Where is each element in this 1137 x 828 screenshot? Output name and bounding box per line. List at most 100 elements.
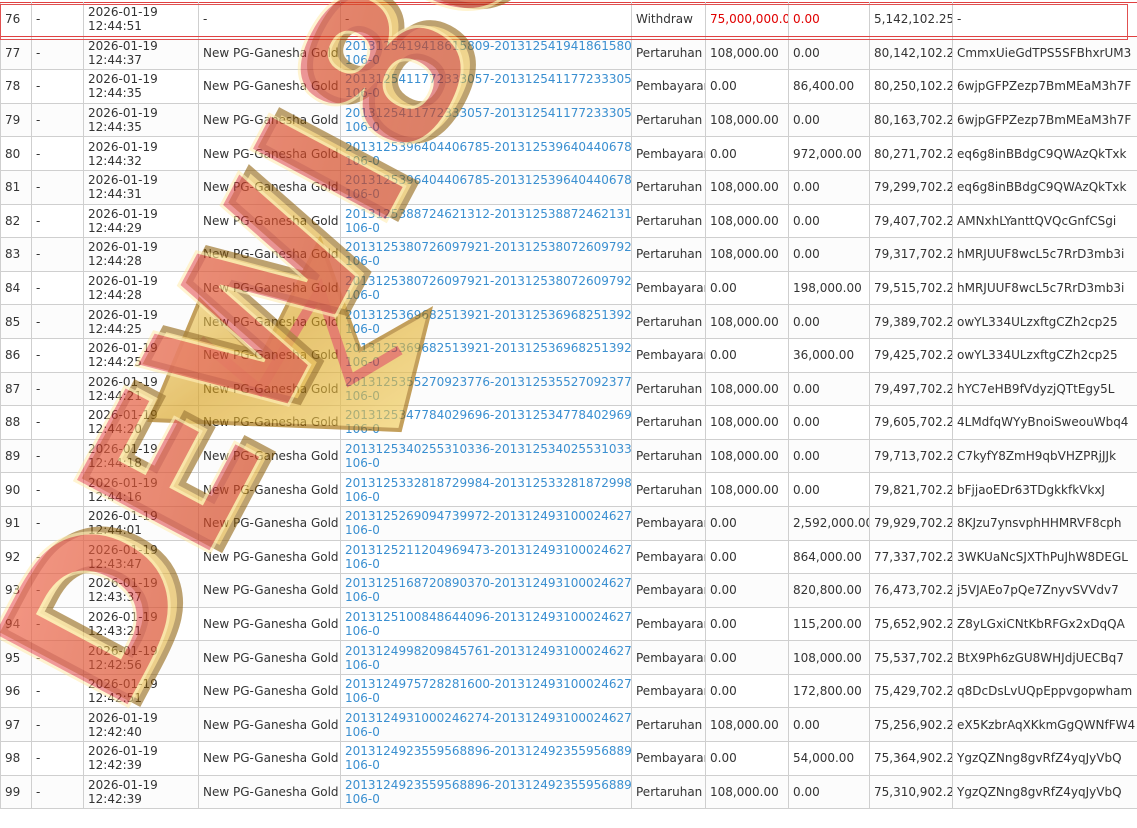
row-datetime: 2026-01-19 12:44:01	[83, 505, 199, 541]
row-type: Pertaruhan	[631, 35, 706, 71]
row-reference[interactable]: 2013125396404406785-2013125396404406785-…	[340, 136, 632, 171]
row-reference[interactable]: 2013124998209845761-2013124931000246274-…	[340, 640, 632, 675]
row-balance: 80,250,102.25	[869, 69, 953, 104]
row-credit: 0.00	[788, 707, 870, 743]
row-reference-line1[interactable]: 2013125340255310336-2013125340255310336-	[345, 442, 631, 456]
row-reference-line2[interactable]: 106-0	[345, 792, 627, 806]
row-reference-line1[interactable]: 2013124923559568896-2013124923559568896-	[345, 778, 631, 792]
row-player: -	[31, 741, 84, 776]
row-reference-line2[interactable]: 106-0	[345, 389, 627, 403]
row-reference-line1[interactable]: 2013124998209845761-2013124931000246274-	[345, 644, 631, 658]
row-date: 2026-01-19	[88, 442, 158, 457]
row-datetime: 2026-01-19 12:42:56	[83, 640, 199, 675]
row-datetime: 2026-01-19 12:43:37	[83, 573, 199, 608]
row-number: 77	[0, 35, 32, 71]
row-reference[interactable]: 2013125355270923776-2013125355270923776-…	[340, 371, 632, 407]
row-reference-line1[interactable]: 2013125332818729984-2013125332818729984-	[345, 476, 631, 490]
row-player: -	[31, 136, 84, 171]
row-reference-line2[interactable]: 106-0	[345, 758, 627, 772]
row-reference-line2[interactable]: 106-0	[345, 557, 627, 571]
row-debit: 0.00	[705, 539, 789, 575]
row-credit: 0.00	[788, 405, 870, 440]
row-reference[interactable]: 2013125380726097921-2013125380726097921-…	[340, 270, 632, 306]
row-datetime: 2026-01-19 12:44:21	[83, 371, 199, 407]
row-reference-line1[interactable]: 2013125411772333057-2013125411772333057-	[345, 72, 631, 86]
row-reference[interactable]: 2013125100848644096-2013124931000246274-…	[340, 606, 632, 642]
row-reference-line1[interactable]: 2013125355270923776-2013125355270923776-	[345, 375, 631, 389]
row-reference[interactable]: 2013125419418615809-2013125419418615809-…	[340, 35, 632, 71]
row-number: 89	[0, 438, 32, 474]
row-credit: 0.00	[788, 203, 870, 239]
row-reference-line2[interactable]: 106-0	[345, 254, 627, 268]
row-reference-line2[interactable]: 106-0	[345, 725, 627, 739]
row-reference-line2[interactable]: 106-0	[345, 691, 627, 705]
row-reference-line2[interactable]: 106-0	[345, 490, 627, 504]
row-reference[interactable]: -	[340, 2, 632, 37]
row-reference[interactable]: 2013125396404406785-2013125396404406785-…	[340, 169, 632, 205]
row-reference[interactable]: 2013125388724621312-2013125388724621312-…	[340, 203, 632, 239]
row-reference-line1[interactable]: 2013124923559568896-2013124923559568896-	[345, 744, 631, 758]
row-reference[interactable]: 2013125347784029696-2013125347784029696-…	[340, 405, 632, 440]
row-reference[interactable]: 2013125411772333057-2013125411772333057-…	[340, 102, 632, 138]
row-reference-line1[interactable]: 2013125396404406785-2013125396404406785-	[345, 140, 631, 154]
row-reference[interactable]: 2013124923559568896-2013124923559568896-…	[340, 741, 632, 776]
row-reference[interactable]: 2013125369682513921-2013125369682513921-…	[340, 337, 632, 373]
row-debit: 108,000.00	[705, 102, 789, 138]
row-datetime: 2026-01-19 12:44:25	[83, 337, 199, 373]
row-balance: 79,317,702.25	[869, 237, 953, 272]
row-reference-line1[interactable]: 2013125369682513921-2013125369682513921-	[345, 341, 631, 355]
row-game: New PG-Ganesha Gold	[198, 237, 341, 272]
row-reference-line2[interactable]: 106-0	[345, 523, 627, 537]
row-reference-line1[interactable]: 2013124931000246274-2013124931000246274-	[345, 711, 631, 725]
row-reference[interactable]: 2013125168720890370-2013124931000246274-…	[340, 573, 632, 608]
row-reference-line2[interactable]: 106-0	[345, 288, 627, 302]
row-reference-line2[interactable]: 106-0	[345, 120, 627, 134]
row-debit: 0.00	[705, 673, 789, 709]
row-reference-line1[interactable]: 2013125347784029696-2013125347784029696-	[345, 408, 631, 422]
row-reference-line2[interactable]: 106-0	[345, 86, 627, 100]
row-reference[interactable]: 2013125340255310336-2013125340255310336-…	[340, 438, 632, 474]
row-reference-line1[interactable]: 2013125380726097921-2013125380726097921-	[345, 240, 631, 254]
row-reference[interactable]: 2013125369682513921-2013125369682513921-…	[340, 304, 632, 339]
row-reference-line2[interactable]: 106-0	[345, 658, 627, 672]
row-reference-line2[interactable]: 106-0	[345, 53, 627, 67]
row-reference[interactable]: 2013125211204969473-2013124931000246274-…	[340, 539, 632, 575]
table-row: 92-2026-01-19 12:43:47 New PG-Ganesha Gold…	[0, 539, 1137, 575]
row-number: 91	[0, 505, 32, 541]
row-reference-line2[interactable]: 106-0	[345, 187, 627, 201]
row-reference-line1[interactable]: 2013125411772333057-2013125411772333057-	[345, 106, 631, 120]
row-reference-line1[interactable]: 2013125396404406785-2013125396404406785-	[345, 173, 631, 187]
row-reference-line2[interactable]: 106-0	[345, 422, 627, 436]
row-reference-line1[interactable]: 2013124975728281600-2013124931000246274-	[345, 677, 631, 691]
table-row: 82-2026-01-19 12:44:29 New PG-Ganesha Gold…	[0, 203, 1137, 239]
row-reference-line2[interactable]: 106-0	[345, 154, 627, 168]
row-reference[interactable]: 2013125411772333057-2013125411772333057-…	[340, 69, 632, 104]
row-reference[interactable]: 2013125332818729984-2013125332818729984-…	[340, 472, 632, 507]
row-reference-line2[interactable]: 106-0	[345, 322, 627, 336]
row-reference-line2[interactable]: 106-0	[345, 624, 627, 638]
table-row: 89-2026-01-19 12:44:18 New PG-Ganesha Gold…	[0, 438, 1137, 474]
row-reference-line2[interactable]: 106-0	[345, 221, 627, 235]
row-game: New PG-Ganesha Gold	[198, 136, 341, 171]
row-reference-line1[interactable]: 2013125269094739972-2013124931000246274-	[345, 509, 631, 523]
row-reference[interactable]: 2013125269094739972-2013124931000246274-…	[340, 505, 632, 541]
row-reference-line1[interactable]: 2013125100848644096-2013124931000246274-	[345, 610, 631, 624]
row-reference-line1[interactable]: 2013125419418615809-2013125419418615809-	[345, 39, 631, 53]
row-reference[interactable]: 2013124975728281600-2013124931000246274-…	[340, 673, 632, 709]
row-reference-line2[interactable]: 106-0	[345, 355, 627, 369]
row-reference-line1[interactable]: 2013125380726097921-2013125380726097921-	[345, 274, 631, 288]
row-reference-line1[interactable]: 2013125388724621312-2013125388724621312-	[345, 207, 631, 221]
row-reference-line2[interactable]: 106-0	[345, 590, 627, 604]
row-reference[interactable]: 2013124931000246274-2013124931000246274-…	[340, 707, 632, 743]
row-reference[interactable]: 2013124923559568896-2013124923559568896-…	[340, 774, 632, 810]
row-credit: 172,800.00	[788, 673, 870, 709]
row-reference[interactable]: 2013125380726097921-2013125380726097921-…	[340, 237, 632, 272]
row-reference-line1[interactable]: 2013125369682513921-2013125369682513921-	[345, 308, 631, 322]
row-debit: 108,000.00	[705, 237, 789, 272]
row-reference-line1[interactable]: 2013125168720890370-2013124931000246274-	[345, 576, 631, 590]
row-reference-line1[interactable]: -	[345, 12, 627, 26]
row-datetime: 2026-01-19 12:44:28	[83, 237, 199, 272]
row-balance: 75,537,702.25	[869, 640, 953, 675]
row-reference-line1[interactable]: 2013125211204969473-2013124931000246274-	[345, 543, 631, 557]
row-reference-line2[interactable]: 106-0	[345, 456, 627, 470]
